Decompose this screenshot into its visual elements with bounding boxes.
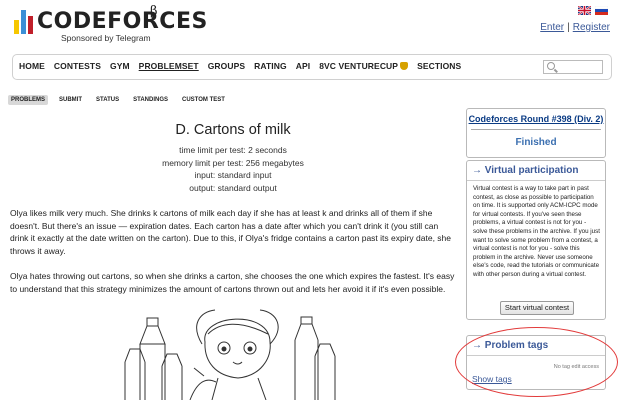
menu-item-sections[interactable]: SECTIONS — [417, 61, 461, 71]
divider — [467, 180, 605, 181]
menu-item-home[interactable]: HOME — [19, 61, 45, 71]
menu-item-groups[interactable]: GROUPS — [208, 61, 245, 71]
contest-name-link[interactable]: Codeforces Round #398 (Div. 2) — [467, 114, 605, 124]
problem-paragraph-2: Olya hates throwing out cartons, so when… — [10, 271, 455, 294]
problem-tags-box: → Problem tags No tag edit access Show t… — [466, 335, 606, 390]
search-icon — [547, 62, 555, 70]
menu-item-api[interactable]: API — [296, 61, 310, 71]
enter-link[interactable]: Enter — [540, 22, 564, 33]
submenu-problems[interactable]: PROBLEMS — [8, 95, 49, 105]
divider — [471, 129, 601, 130]
menu-item-contests[interactable]: CONTESTS — [54, 61, 101, 71]
search-input[interactable] — [543, 60, 603, 74]
time-limit: time limit per test: 2 seconds — [179, 145, 287, 155]
input-spec: input: standard input — [194, 170, 272, 180]
auth-separator: | — [567, 22, 570, 33]
divider — [467, 355, 605, 356]
memory-limit: memory limit per test: 256 megabytes — [162, 157, 304, 168]
main-menu: HOME CONTESTS GYM PROBLEMSET GROUPS RATI… — [12, 54, 612, 80]
problem-paragraph-1: Olya likes milk very much. She drinks k … — [10, 208, 452, 256]
problem-tags-title: → Problem tags — [472, 340, 549, 351]
menu-item-venturecup[interactable]: 8VC VENTURECUP — [319, 61, 409, 71]
tag-access-note: No tag edit access — [553, 364, 599, 370]
codeforces-logo[interactable]: CODEFORCES — [14, 10, 208, 34]
register-link[interactable]: Register — [573, 22, 610, 33]
show-tags-link[interactable]: Show tags — [472, 374, 512, 384]
submenu-submit[interactable]: SUBMIT — [56, 95, 85, 105]
language-flags — [578, 6, 608, 15]
output-spec: output: standard output — [189, 182, 277, 193]
auth-links: Enter | Register — [540, 22, 610, 33]
russian-flag-icon[interactable] — [595, 6, 608, 15]
submenu-custom-test[interactable]: CUSTOM TEST — [179, 95, 228, 105]
virtual-participation-box: → Virtual participation Virtual contest … — [466, 160, 606, 320]
problem-statement: D. Cartons of milk time limit per test: … — [10, 122, 456, 295]
submenu-standings[interactable]: STANDINGS — [130, 95, 171, 105]
milk-cartons-illustration — [124, 309, 336, 400]
logo-bars-icon — [14, 10, 33, 34]
menu-item-problemset[interactable]: PROBLEMSET — [139, 61, 199, 71]
beta-mark: β — [150, 4, 158, 19]
venturecup-label: 8VC VENTURECUP — [319, 61, 399, 71]
contest-status: Finished — [515, 137, 557, 148]
virtual-participation-text: Virtual contest is a way to take part in… — [473, 185, 600, 278]
contest-info-box: Codeforces Round #398 (Div. 2) Finished — [466, 108, 606, 158]
problem-submenu: PROBLEMS SUBMIT STATUS STANDINGS CUSTOM … — [8, 95, 228, 105]
trophy-icon — [400, 62, 409, 70]
menu-item-gym[interactable]: GYM — [110, 61, 130, 71]
sponsor-text: Sponsored by Telegram — [61, 33, 151, 43]
virtual-participation-title: → Virtual participation — [472, 165, 579, 176]
submenu-status[interactable]: STATUS — [93, 95, 122, 105]
start-virtual-contest-button[interactable]: Start virtual contest — [500, 301, 574, 315]
problem-title: D. Cartons of milk — [175, 122, 291, 138]
logo-text: CODEFORCES — [37, 9, 208, 34]
english-flag-icon[interactable] — [578, 6, 591, 15]
menu-item-rating[interactable]: RATING — [254, 61, 287, 71]
